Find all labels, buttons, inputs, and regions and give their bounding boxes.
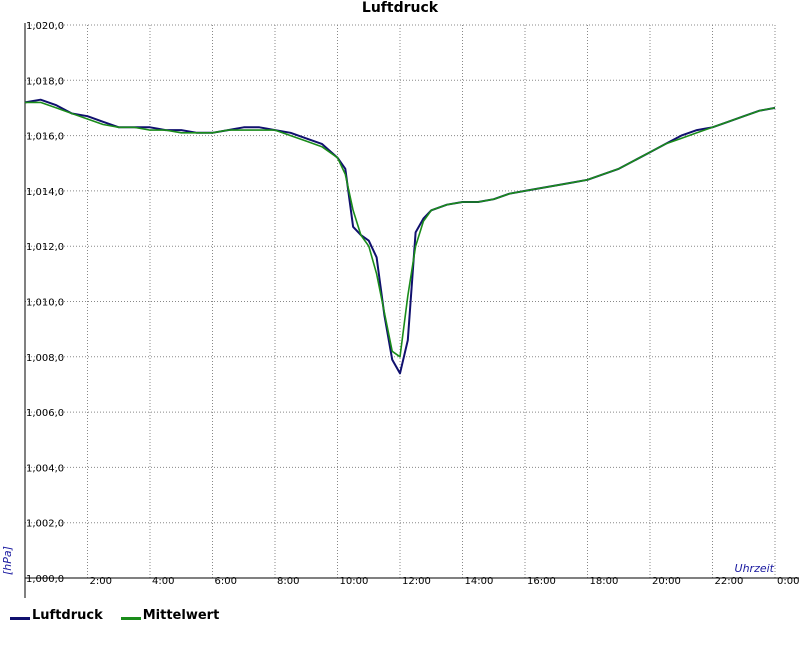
x-tick-label: 12:00 [402,576,431,587]
x-tick-label: 10:00 [340,576,369,587]
grid [25,24,775,578]
y-tick-label: 1,006,0 [26,408,64,419]
legend-label-mittelwert: Mittelwert [142,608,220,623]
x-tick-label: 8:00 [277,576,299,587]
y-tick-label: 1,004,0 [26,463,64,474]
x-tick-label: 2:00 [90,576,112,587]
axes [24,23,799,598]
legend-item-luftdruck[interactable]: Luftdruck [10,608,103,623]
y-axis-label: [hPa] [1,546,14,575]
x-tick-label: 22:00 [715,576,744,587]
line-chart: 1,000,0 1,002,0 1,004,0 1,006,0 1,008,0 1,010… [1,21,799,598]
legend-label-luftdruck: Luftdruck [32,608,103,623]
legend-swatch-luftdruck [10,617,30,620]
x-tick-label: 18:00 [590,576,619,587]
x-tick-label: 6:00 [215,576,237,587]
x-tick-label: 14:00 [465,576,494,587]
y-tick-label: 1,010,0 [26,298,64,309]
y-tick-label: 1,014,0 [26,187,64,198]
y-tick-label: 1,018,0 [26,76,64,87]
tick-labels: 1,000,0 1,002,0 1,004,0 1,006,0 1,008,0 1,010… [26,21,799,587]
y-tick-label: 1,012,0 [26,242,64,253]
y-tick-label: 1,016,0 [26,132,64,143]
x-tick-label: 0:00 [777,576,799,587]
x-tick-label: 20:00 [652,576,681,587]
series-line-luftdruck [24,98,776,375]
legend-swatch-mittelwert [120,617,141,620]
series-lines [24,98,776,375]
x-tick-label: 4:00 [152,576,174,587]
y-tick-label: 1,020,0 [26,21,64,32]
y-tick-label: 1,002,0 [26,519,64,530]
y-tick-label: 1,008,0 [26,353,64,364]
x-tick-label: 16:00 [527,576,556,587]
y-tick-label: 1,000,0 [26,574,64,585]
legend-item-mittelwert[interactable]: Mittelwert [120,608,220,623]
x-axis-label: Uhrzeit [735,562,775,575]
legend: Luftdruck Mittelwert [10,608,219,623]
